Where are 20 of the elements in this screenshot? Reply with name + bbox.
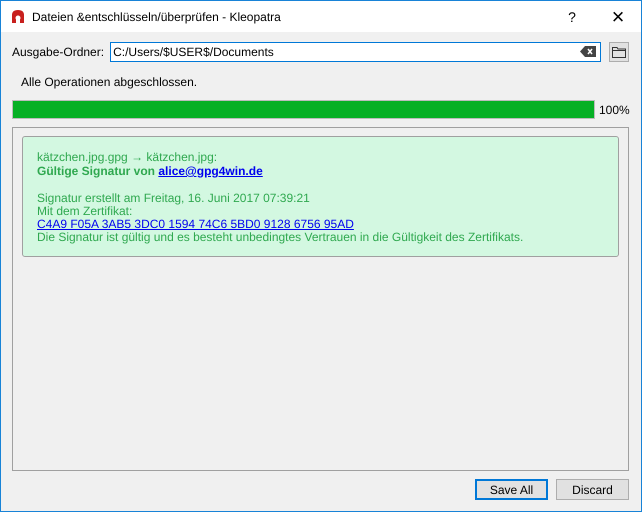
progress-reading: 100% — [599, 102, 629, 116]
signature-date: Signatur erstellt am Freitag, 16. Juni 2017 07:39:21 — [37, 192, 311, 205]
browse-folder-button[interactable] — [609, 42, 629, 62]
dialog-button[interactable]: Discard — [556, 479, 629, 500]
help-button[interactable]: ? — [549, 1, 595, 32]
output-folder-field[interactable]: C:/Users/$USER$/Documents — [110, 42, 601, 62]
certificate-label: Mit dem Zertifikat: — [37, 205, 134, 218]
folder-icon — [612, 46, 626, 58]
close-button[interactable]: × — [595, 1, 641, 32]
status-text: Alle Operationen abgeschlossen. — [21, 75, 198, 89]
file-names: kätzchen.jpg.gpg → kätzchen.jpg: — [37, 151, 218, 164]
output-folder-label: Ausgabe-Ordner: — [12, 45, 104, 59]
trust-text: Die Signatur ist gültig und es besteht unbedingtes Vertrauen in die Gültigkeit des Zertifikats. — [37, 231, 524, 244]
app-logo-icon — [10, 8, 26, 24]
fingerprint-link[interactable]: C4A9 F05A 3AB5 3DC0 1594 74C6 5BD0 9128 6756 95AD — [37, 217, 354, 231]
dialog-button[interactable]: Save All — [475, 479, 548, 500]
verdict-text: Gültige Signatur von — [37, 164, 156, 178]
clear-icon[interactable] — [580, 46, 596, 57]
signer-link[interactable]: alice@gpg4win.de — [158, 164, 263, 178]
window-title: Dateien &entschlüsseln/überprüfen - Kleopatra — [32, 10, 282, 24]
